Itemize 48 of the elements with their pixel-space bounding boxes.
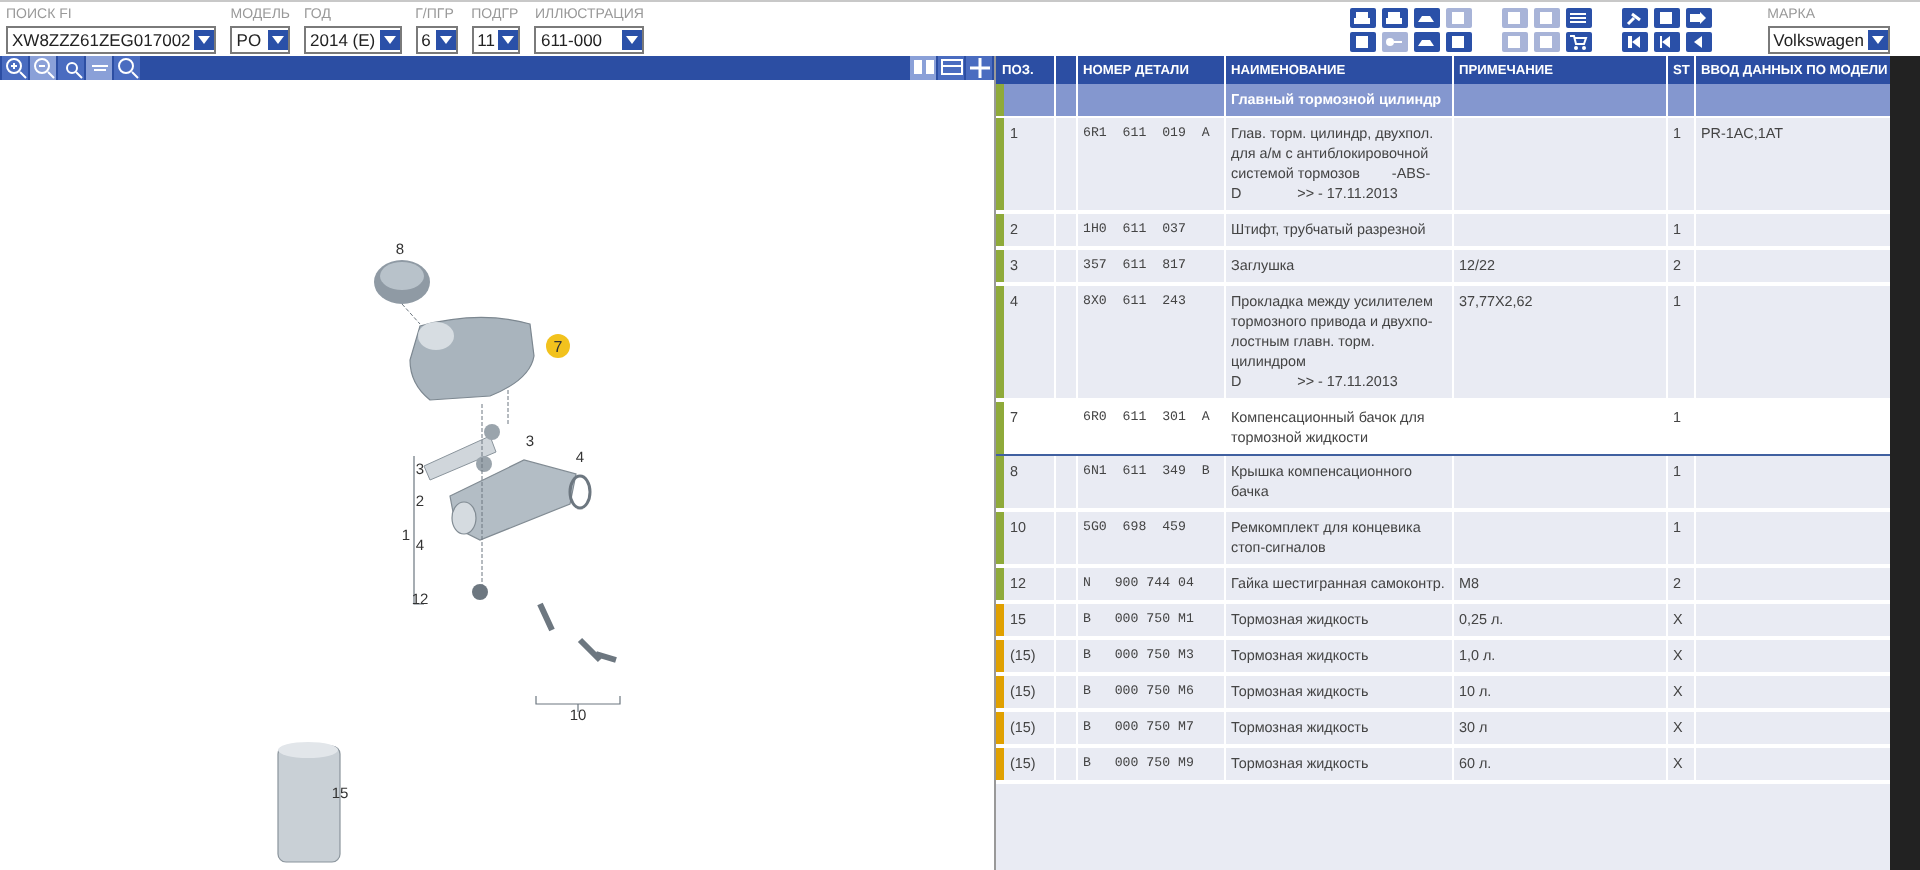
document-icon <box>1448 34 1469 50</box>
document-button[interactable] <box>1653 8 1680 28</box>
resize-button[interactable] <box>966 56 992 80</box>
forward-icon <box>1688 10 1709 26</box>
first-icon <box>1624 34 1645 50</box>
list-button[interactable] <box>1565 8 1592 28</box>
dropdown[interactable]: 611-000 <box>534 26 644 54</box>
search-button[interactable] <box>114 56 140 80</box>
document-icon <box>1536 10 1557 26</box>
back-button[interactable] <box>1685 32 1712 52</box>
printer-button[interactable] <box>1349 8 1376 28</box>
caret-icon <box>198 36 211 44</box>
dropdown[interactable]: Volkswagen <box>1767 26 1890 54</box>
document-icon <box>1352 34 1373 50</box>
document-icon <box>1504 34 1525 50</box>
dropdown[interactable]: 11 <box>471 26 521 54</box>
caret-icon <box>502 36 515 44</box>
printer-icon <box>1352 10 1373 26</box>
caret-icon <box>1872 36 1884 44</box>
cart-icon <box>1568 34 1589 50</box>
caret-icon <box>272 36 285 44</box>
document-icon <box>1656 10 1677 26</box>
printer-button[interactable] <box>1381 8 1408 28</box>
window-button[interactable] <box>938 56 964 80</box>
caret-icon <box>625 36 638 44</box>
scrollbar[interactable] <box>1890 56 1920 870</box>
cart-button[interactable] <box>1565 32 1592 52</box>
dropdown[interactable]: PO <box>230 26 291 54</box>
document-icon <box>1536 34 1557 50</box>
list-icon <box>1568 10 1589 26</box>
document-button[interactable] <box>1349 32 1376 52</box>
callout-marker[interactable]: 7 <box>546 334 570 358</box>
previous-button[interactable] <box>1653 32 1680 52</box>
dropdown[interactable]: 6 <box>415 26 458 54</box>
dropdown[interactable]: 2014 (E) <box>304 26 402 54</box>
forward-button[interactable] <box>1685 8 1712 28</box>
caret-icon <box>439 36 452 44</box>
first-button[interactable] <box>1621 32 1648 52</box>
magnifier-button[interactable] <box>58 56 84 80</box>
dropdown[interactable]: XW8ZZZ61ZEG017002 <box>6 26 217 54</box>
key-icon <box>1384 34 1405 50</box>
document-button[interactable] <box>1445 32 1472 52</box>
printer-icon <box>1384 10 1405 26</box>
document-icon <box>1504 10 1525 26</box>
document-icon <box>1448 10 1469 26</box>
zoom-in-button[interactable] <box>2 56 28 80</box>
columns-icon <box>911 56 935 80</box>
caret-icon <box>383 36 396 44</box>
